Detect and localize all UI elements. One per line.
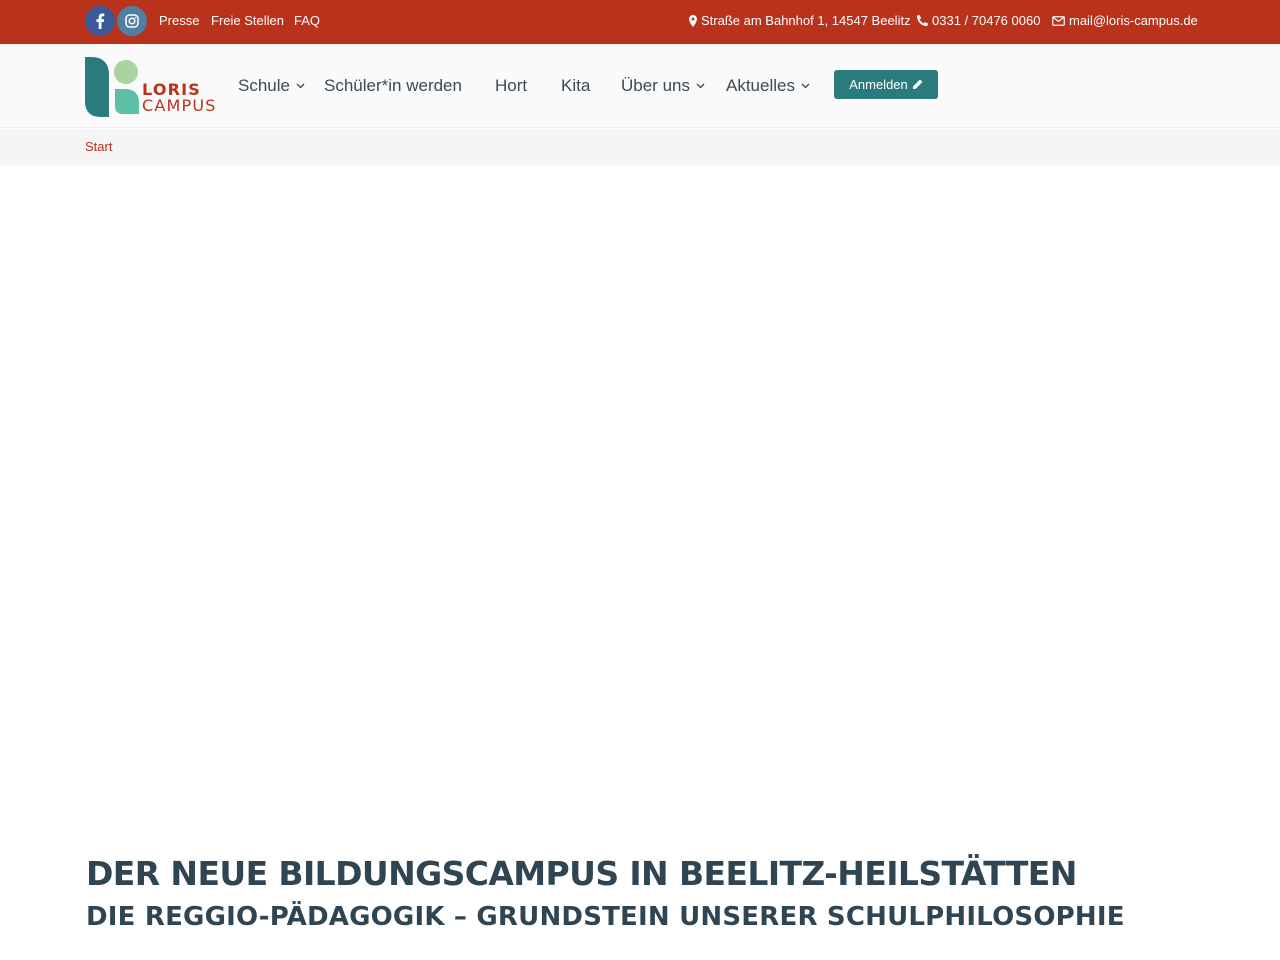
email-text: mail@loris-campus.de	[1069, 13, 1198, 28]
logo-text-campus: CAMPUS	[142, 96, 217, 115]
email-info[interactable]: mail@loris-campus.de	[1052, 13, 1198, 28]
nav-schule-label: Schule	[238, 76, 290, 95]
instagram-icon	[125, 14, 139, 28]
facebook-icon	[96, 13, 105, 29]
anmelden-button[interactable]: Anmelden	[834, 70, 938, 99]
nav-aktuelles-label: Aktuelles	[726, 76, 795, 95]
nav-schueler-werden[interactable]: Schüler*in werden	[324, 76, 462, 96]
phone-icon	[917, 15, 928, 26]
main-header: LORIS CAMPUS Schule Schüler*in werden Ho…	[0, 44, 1280, 128]
address-info[interactable]: Straße am Bahnhof 1, 14547 Beelitz	[689, 13, 911, 28]
envelope-icon	[1052, 15, 1065, 26]
nav-schule[interactable]: Schule	[238, 76, 305, 96]
pencil-icon	[912, 79, 923, 89]
chevron-down-icon	[696, 83, 705, 89]
nav-hort[interactable]: Hort	[495, 76, 527, 96]
nav-aktuelles[interactable]: Aktuelles	[726, 76, 810, 96]
page-subtitle: DIE REGGIO-PÄDAGOGIK – GRUNDSTEIN UNSERE…	[86, 902, 1125, 932]
breadcrumb: Start	[0, 129, 1280, 165]
hero-area	[0, 165, 1280, 825]
chevron-down-icon	[801, 83, 810, 89]
breadcrumb-start-link[interactable]: Start	[85, 139, 112, 154]
chevron-down-icon	[296, 83, 305, 89]
freie-stellen-link[interactable]: Freie Stellen	[211, 13, 284, 28]
nav-ueber-uns[interactable]: Über uns	[621, 76, 705, 96]
nav-kita[interactable]: Kita	[561, 76, 590, 96]
phone-info[interactable]: 0331 / 70476 0060	[917, 13, 1040, 28]
map-marker-icon	[689, 14, 697, 27]
page-title: DER NEUE BILDUNGSCAMPUS IN BEELITZ-HEILS…	[86, 854, 1077, 893]
intro-paragraph-cutoff	[86, 950, 1196, 960]
address-text: Straße am Bahnhof 1, 14547 Beelitz	[701, 13, 911, 28]
phone-text: 0331 / 70476 0060	[932, 13, 1041, 28]
instagram-button[interactable]	[117, 6, 147, 36]
faq-link[interactable]: FAQ	[294, 13, 320, 28]
nav-ueber-uns-label: Über uns	[621, 76, 690, 95]
top-bar: Presse Freie Stellen FAQ Straße am Bahnh…	[0, 0, 1280, 44]
facebook-button[interactable]	[85, 6, 115, 36]
anmelden-label: Anmelden	[849, 77, 908, 92]
presse-link[interactable]: Presse	[159, 13, 199, 28]
